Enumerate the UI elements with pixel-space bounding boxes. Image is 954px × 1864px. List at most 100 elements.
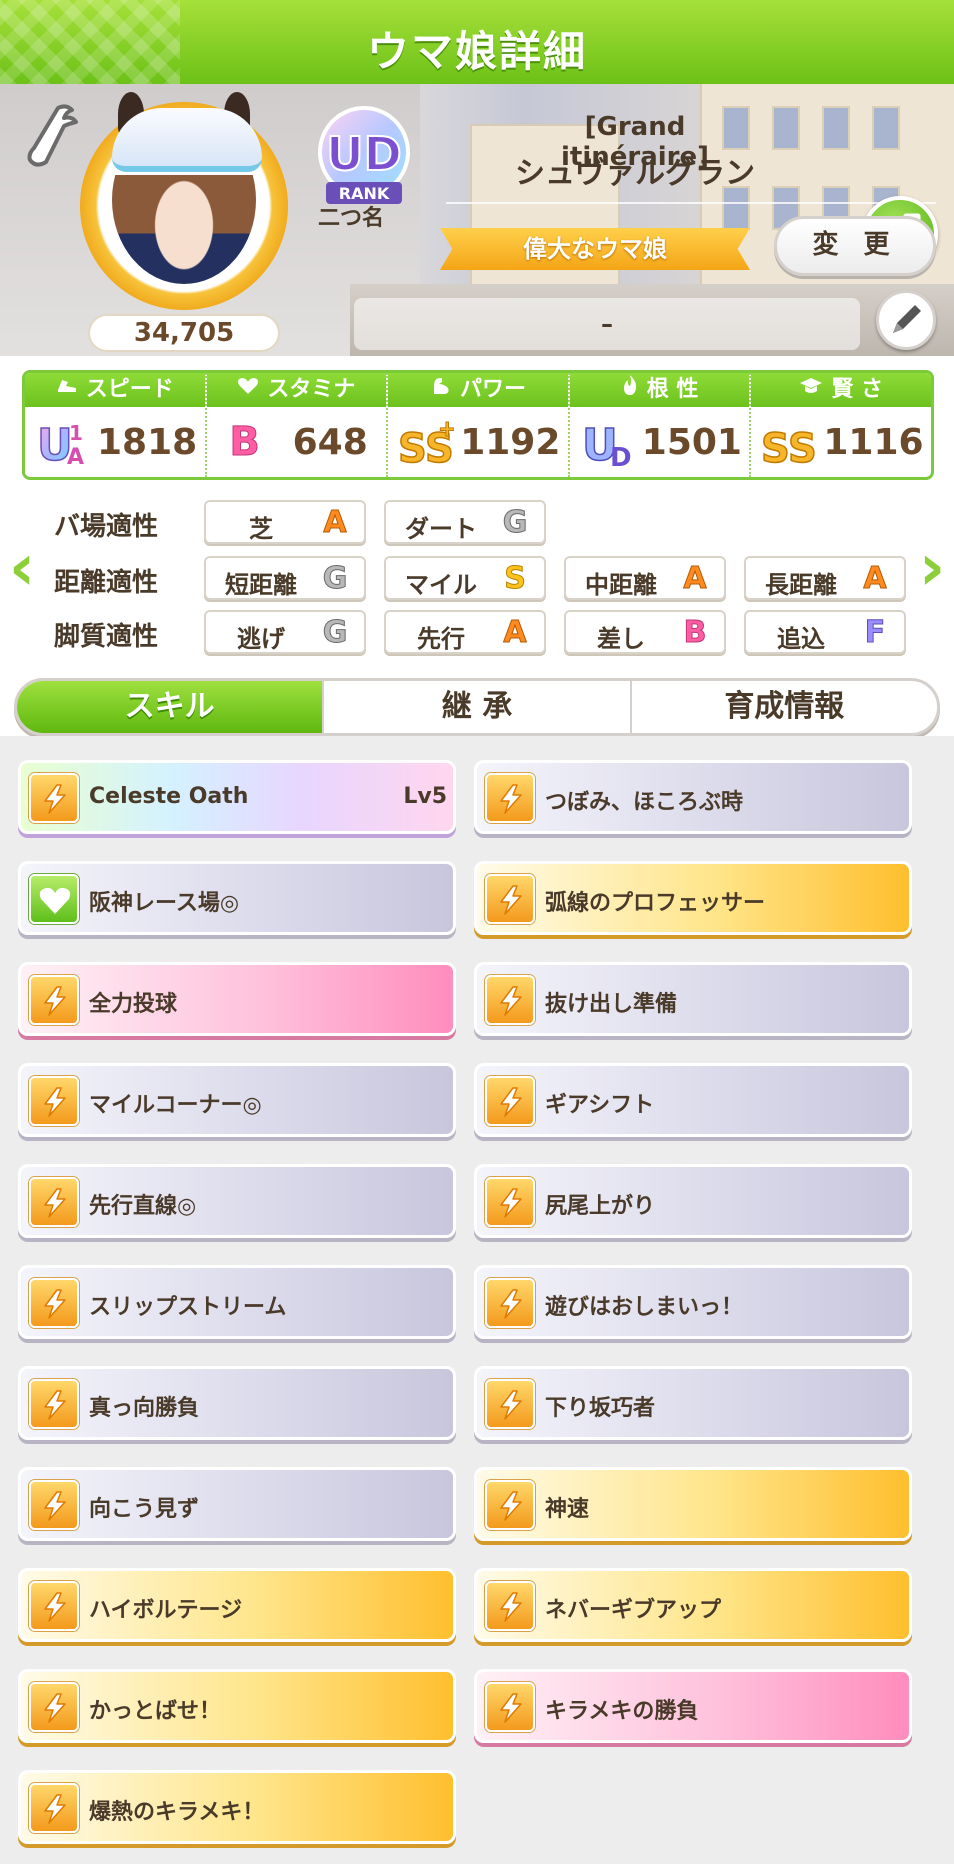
grade-badge: SS (761, 414, 817, 470)
skill-level: Lv5 (403, 784, 447, 809)
aptitude-chip: 中距離 A (564, 556, 726, 600)
speed-icon (29, 1783, 79, 1833)
skill-item[interactable]: 弧線のプロフェッサー (474, 861, 912, 935)
page-title: ウマ娘詳細 (366, 27, 587, 76)
aptitude-label: 脚質適性 (54, 622, 159, 652)
skill-item[interactable]: マイルコーナー◎ (18, 1063, 456, 1137)
skill-item[interactable]: 下り坂巧者 (474, 1366, 912, 1440)
speed-icon (29, 975, 79, 1025)
skill-name: 向こう見ず (89, 1497, 200, 1522)
stat-value: 648 (292, 421, 368, 463)
skill-item[interactable]: 向こう見ず (18, 1467, 456, 1541)
skill-item[interactable]: 神速 (474, 1467, 912, 1541)
tab-training-info[interactable]: 育成情報 (632, 681, 937, 733)
shoe-icon (56, 373, 78, 407)
skill-item[interactable]: 真っ向勝負 (18, 1366, 456, 1440)
skill-item[interactable]: かっとばせ！ (18, 1669, 456, 1743)
skill-name: スリップストリーム (89, 1295, 287, 1320)
stat-value: 1116 (823, 421, 924, 463)
speed-icon (485, 773, 535, 823)
speed-icon (485, 1581, 535, 1631)
speed-icon (29, 1581, 79, 1631)
edit-comment-button[interactable] (876, 290, 936, 350)
skill-item[interactable]: 尻尾上がり (474, 1164, 912, 1238)
aptitude-chip: 差し B (564, 610, 726, 654)
aptitude-chip: 芝 A (204, 500, 366, 544)
skill-item[interactable]: ハイボルテージ (18, 1568, 456, 1642)
aptitude-chip: 長距離 A (744, 556, 906, 600)
skill-name: 弧線のプロフェッサー (545, 891, 766, 916)
pencil-icon (893, 305, 921, 333)
heart-icon (29, 874, 79, 924)
skill-item[interactable]: Celeste Oath Lv5 (18, 760, 456, 834)
evaluation-score: 34,705 (88, 314, 280, 352)
next-arrow-button[interactable]: › (912, 528, 952, 608)
stat-label: 根 性 (646, 377, 699, 402)
speed-icon (485, 1480, 535, 1530)
speed-icon (29, 1177, 79, 1227)
character-name: シュヴァルグラン (515, 156, 755, 191)
comment-box: – (354, 298, 860, 350)
speed-icon (29, 1076, 79, 1126)
skill-item[interactable]: 抜け出し準備 (474, 962, 912, 1036)
skill-name: かっとばせ！ (89, 1699, 222, 1724)
skill-name: Celeste Oath (89, 784, 249, 809)
skill-item[interactable]: つぼみ、ほころぶ時 (474, 760, 912, 834)
aptitude-chip: ダート G (384, 500, 546, 544)
title-ribbon: 偉大なウマ娘 (440, 228, 750, 270)
grade-badge: B (229, 419, 261, 466)
skill-name: 全力投球 (89, 992, 178, 1017)
aptitude-chip: 先行 A (384, 610, 546, 654)
svg-text:1: 1 (69, 421, 83, 445)
speed-icon (485, 975, 535, 1025)
speed-icon (485, 874, 535, 924)
skill-item[interactable]: 全力投球 (18, 962, 456, 1036)
mortarboard-icon (799, 373, 823, 407)
aptitude-chip: 追込 F (744, 610, 906, 654)
skill-name: 遊びはおしまいっ！ (545, 1295, 744, 1320)
speed-icon (485, 1076, 535, 1126)
stat-label: スタミナ (267, 377, 356, 402)
skill-name: ギアシフト (545, 1093, 655, 1118)
previous-arrow-button[interactable]: ‹ (2, 528, 42, 608)
tab-skills[interactable]: スキル (17, 681, 325, 733)
aptitude-label: バ場適性 (54, 512, 159, 542)
tab-bar: スキル 継 承 育成情報 (14, 678, 940, 736)
aptitude-row-track: バ場適性 芝 A ダート G (0, 500, 954, 546)
carrot-icon[interactable] (24, 102, 82, 168)
heart-icon (237, 373, 259, 407)
tab-inheritance[interactable]: 継 承 (324, 681, 632, 733)
aptitude-chip: 短距離 G (204, 556, 366, 600)
stat-value: 1192 (460, 421, 561, 463)
title-bar: ウマ娘詳細 (0, 0, 954, 84)
change-title-button[interactable]: 変 更 (774, 216, 936, 276)
speed-icon (485, 1177, 535, 1227)
stat-label: 賢 さ (831, 377, 883, 402)
skill-item[interactable]: 先行直線◎ (18, 1164, 456, 1238)
skill-name: 尻尾上がり (545, 1194, 656, 1219)
rank-badge-icon[interactable]: UD RANK (312, 104, 416, 212)
skill-item[interactable]: 爆熱のキラメキ！ (18, 1770, 456, 1844)
skill-item[interactable]: スリップストリーム (18, 1265, 456, 1339)
skill-name: 真っ向勝負 (89, 1396, 200, 1421)
divider (446, 202, 936, 204)
skill-item[interactable]: 阪神レース場◎ (18, 861, 456, 935)
skill-item[interactable]: 遊びはおしまいっ！ (474, 1265, 912, 1339)
hat-decoration (112, 108, 262, 172)
speed-icon (485, 1278, 535, 1328)
speed-icon (485, 1379, 535, 1429)
skill-item[interactable]: ギアシフト (474, 1063, 912, 1137)
speed-icon (29, 1682, 79, 1732)
profile-panel: 34,705 UD RANK 二つ名 [Grand itinéraire] シュ… (0, 84, 954, 356)
stat-stamina: スタミナ B 648 (206, 373, 389, 477)
grade-badge: SS + (398, 414, 454, 471)
skill-item[interactable]: キラメキの勝負 (474, 1669, 912, 1743)
skill-name: 神速 (545, 1497, 590, 1522)
stat-wisdom: 賢 さ SS 1116 (751, 373, 931, 477)
skill-item[interactable]: ネバーギブアップ (474, 1568, 912, 1642)
grade-badge: U D (580, 414, 636, 470)
skill-name: 下り坂巧者 (545, 1396, 656, 1421)
aptitude-chip: 逃げ G (204, 610, 366, 654)
stats-table: スピード U 1 A 1818 スタミナ B 648 パワー SS 1192 根… (22, 370, 934, 480)
stat-speed: スピード U 1 A 1818 (25, 373, 207, 477)
